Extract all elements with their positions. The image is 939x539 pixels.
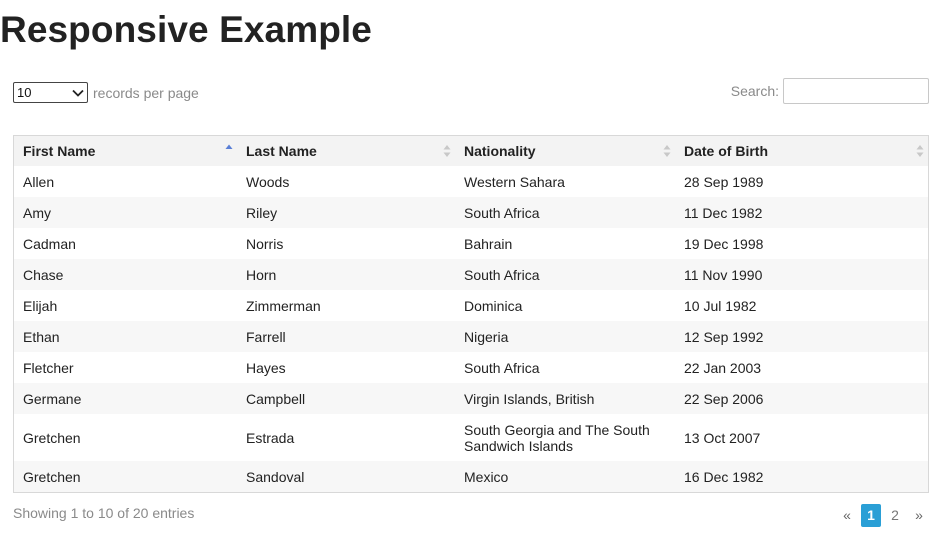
column-header-first-name[interactable]: First Name	[14, 136, 237, 166]
cell-date-of-birth: 12 Sep 1992	[675, 321, 928, 352]
next-page-button[interactable]: »	[909, 504, 929, 527]
column-header-nationality[interactable]: Nationality	[455, 136, 675, 166]
cell-date-of-birth: 28 Sep 1989	[675, 166, 928, 197]
column-header-last-name[interactable]: Last Name	[237, 136, 455, 166]
cell-date-of-birth: 16 Dec 1982	[675, 461, 928, 492]
cell-last-name: Hayes	[237, 352, 455, 383]
cell-nationality: South Africa	[455, 352, 675, 383]
cell-last-name: Farrell	[237, 321, 455, 352]
records-per-page-label: records per page	[93, 84, 199, 101]
table-row[interactable]: Ethan Farrell Nigeria 12 Sep 1992	[14, 321, 928, 352]
table-row[interactable]: Gretchen Sandoval Mexico 16 Dec 1982	[14, 461, 928, 492]
column-header-label: Last Name	[246, 143, 317, 159]
cell-date-of-birth: 13 Oct 2007	[675, 414, 928, 461]
cell-first-name: Ethan	[14, 321, 237, 352]
cell-first-name: Chase	[14, 259, 237, 290]
table-row[interactable]: Germane Campbell Virgin Islands, British…	[14, 383, 928, 414]
chevron-down-icon	[72, 89, 84, 97]
table-row[interactable]: Chase Horn South Africa 11 Nov 1990	[14, 259, 928, 290]
cell-last-name: Estrada	[237, 414, 455, 461]
search-input[interactable]	[783, 78, 929, 104]
cell-first-name: Germane	[14, 383, 237, 414]
cell-date-of-birth: 11 Dec 1982	[675, 197, 928, 228]
cell-first-name: Amy	[14, 197, 237, 228]
cell-nationality: South Africa	[455, 259, 675, 290]
table-row[interactable]: Amy Riley South Africa 11 Dec 1982	[14, 197, 928, 228]
cell-last-name: Zimmerman	[237, 290, 455, 321]
cell-nationality: Mexico	[455, 461, 675, 492]
cell-date-of-birth: 11 Nov 1990	[675, 259, 928, 290]
cell-first-name: Fletcher	[14, 352, 237, 383]
cell-date-of-birth: 19 Dec 1998	[675, 228, 928, 259]
cell-date-of-birth: 22 Sep 2006	[675, 383, 928, 414]
records-per-page-value: 10	[17, 85, 32, 100]
table-info: Showing 1 to 10 of 20 entries	[13, 505, 195, 521]
search-label: Search:	[730, 83, 779, 99]
table-row[interactable]: Elijah Zimmerman Dominica 10 Jul 1982	[14, 290, 928, 321]
records-per-page-control: 10 records per page	[13, 82, 199, 103]
cell-date-of-birth: 10 Jul 1982	[675, 290, 928, 321]
cell-date-of-birth: 22 Jan 2003	[675, 352, 928, 383]
cell-first-name: Gretchen	[14, 461, 237, 492]
sort-ascending-icon	[225, 144, 233, 149]
cell-last-name: Woods	[237, 166, 455, 197]
cell-last-name: Riley	[237, 197, 455, 228]
table-row[interactable]: Fletcher Hayes South Africa 22 Jan 2003	[14, 352, 928, 383]
cell-last-name: Norris	[237, 228, 455, 259]
cell-last-name: Horn	[237, 259, 455, 290]
search-control: Search:	[731, 77, 929, 105]
cell-last-name: Sandoval	[237, 461, 455, 492]
cell-nationality: Nigeria	[455, 321, 675, 352]
column-header-label: First Name	[23, 143, 96, 159]
records-per-page-select[interactable]: 10	[13, 82, 88, 103]
column-header-date-of-birth[interactable]: Date of Birth	[675, 136, 928, 166]
data-table-container: First Name Last Name Nationality Date of…	[13, 135, 929, 493]
cell-nationality: Bahrain	[455, 228, 675, 259]
table-header-row: First Name Last Name Nationality Date of…	[14, 136, 928, 166]
cell-nationality: Western Sahara	[455, 166, 675, 197]
cell-first-name: Cadman	[14, 228, 237, 259]
cell-nationality: Dominica	[455, 290, 675, 321]
cell-first-name: Gretchen	[14, 414, 237, 461]
cell-nationality: Virgin Islands, British	[455, 383, 675, 414]
cell-nationality: South Georgia and The South Sandwich Isl…	[455, 414, 675, 461]
sort-both-icon	[916, 145, 924, 157]
page-button-1[interactable]: 1	[861, 504, 881, 527]
table-row[interactable]: Cadman Norris Bahrain 19 Dec 1998	[14, 228, 928, 259]
pagination: « 1 2 »	[833, 504, 929, 527]
cell-last-name: Campbell	[237, 383, 455, 414]
sort-both-icon	[663, 145, 671, 157]
cell-first-name: Allen	[14, 166, 237, 197]
page-button-2[interactable]: 2	[885, 504, 905, 527]
previous-page-button[interactable]: «	[837, 504, 857, 527]
page-title: Responsive Example	[0, 9, 372, 50]
data-table: First Name Last Name Nationality Date of…	[14, 136, 928, 492]
table-row[interactable]: Gretchen Estrada South Georgia and The S…	[14, 414, 928, 461]
sort-both-icon	[443, 145, 451, 157]
cell-nationality: South Africa	[455, 197, 675, 228]
column-header-label: Nationality	[464, 143, 536, 159]
cell-first-name: Elijah	[14, 290, 237, 321]
column-header-label: Date of Birth	[684, 143, 768, 159]
table-row[interactable]: Allen Woods Western Sahara 28 Sep 1989	[14, 166, 928, 197]
